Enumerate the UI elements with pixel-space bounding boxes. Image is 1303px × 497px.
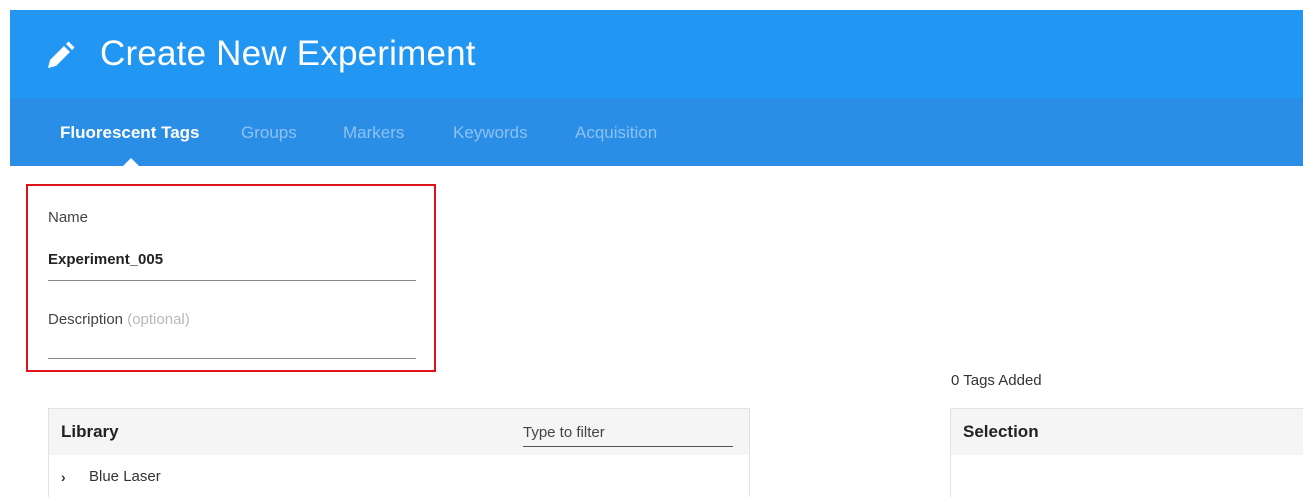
library-item-blue-laser[interactable]: › Blue Laser bbox=[61, 468, 161, 485]
tab-groups[interactable]: Groups bbox=[241, 123, 297, 143]
library-title: Library bbox=[61, 422, 119, 441]
pencil-icon bbox=[48, 41, 75, 68]
tags-added-count: 0 Tags Added bbox=[951, 372, 1042, 389]
description-field[interactable] bbox=[48, 334, 416, 356]
tab-markers[interactable]: Markers bbox=[343, 123, 404, 143]
name-field[interactable]: Experiment_005 bbox=[48, 251, 163, 268]
tab-bar: Fluorescent Tags Groups Markers Keywords… bbox=[10, 98, 1303, 166]
library-panel-header: Library bbox=[49, 409, 749, 455]
tab-keywords[interactable]: Keywords bbox=[453, 123, 528, 143]
library-panel: Library › Blue Laser bbox=[48, 408, 750, 497]
chevron-right-icon[interactable]: › bbox=[61, 469, 89, 485]
library-filter-input[interactable] bbox=[523, 421, 733, 447]
selection-panel-header: Selection bbox=[951, 409, 1303, 455]
tab-acquisition[interactable]: Acquisition bbox=[575, 123, 657, 143]
active-tab-indicator bbox=[122, 158, 140, 167]
tab-fluorescent-tags[interactable]: Fluorescent Tags bbox=[60, 123, 200, 143]
app-header: Create New Experiment bbox=[10, 10, 1303, 98]
description-label-text: Description bbox=[48, 311, 124, 328]
name-label: Name bbox=[48, 209, 89, 226]
selection-title: Selection bbox=[963, 422, 1039, 441]
description-field-underline bbox=[48, 358, 416, 359]
selection-panel: Selection bbox=[950, 408, 1303, 497]
name-field-underline bbox=[48, 280, 416, 281]
library-item-label: Blue Laser bbox=[89, 468, 161, 485]
description-label: Description (optional) bbox=[48, 311, 190, 328]
description-optional-hint: (optional) bbox=[127, 311, 190, 328]
page-title: Create New Experiment bbox=[100, 34, 476, 73]
